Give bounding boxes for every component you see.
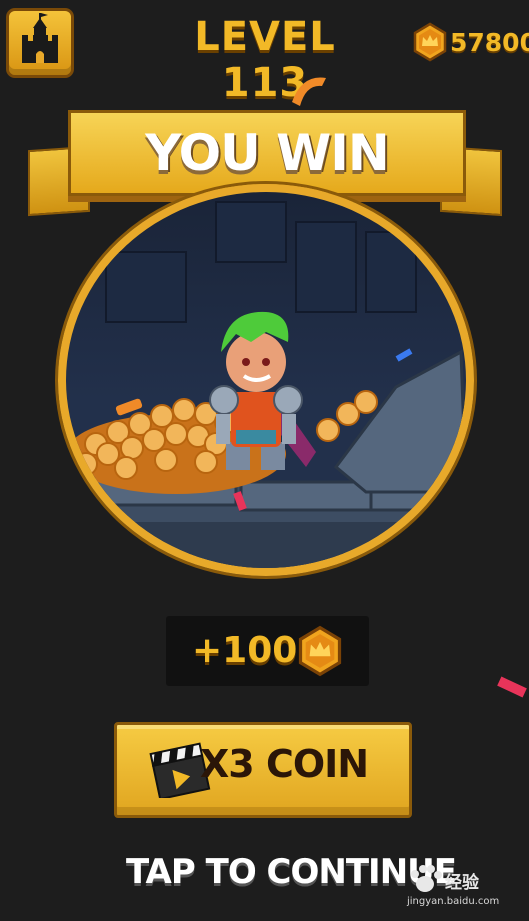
crown-coin-icon — [298, 625, 342, 677]
castle-icon — [22, 13, 58, 63]
confetti-piece — [497, 676, 527, 698]
win-title: YOU WIN — [145, 124, 390, 182]
victory-scene — [58, 184, 474, 576]
home-button[interactable] — [6, 8, 74, 78]
reward-amount: +100 — [192, 630, 298, 671]
coin-balance-value: 57800 — [450, 28, 529, 57]
confetti-piece — [292, 77, 326, 106]
paw-icon — [411, 865, 442, 892]
watermark: 经验 jingyan.baidu.com — [405, 864, 525, 914]
coin-balance: 57800 — [410, 22, 529, 62]
watermark-brand-cn: 经验 — [445, 873, 479, 893]
triple-coin-label: X3 COIN — [200, 742, 369, 786]
level-title: LEVEL 113 — [194, 14, 336, 106]
scene-illustration — [66, 201, 466, 568]
watermark-url: jingyan.baidu.com — [407, 896, 500, 907]
crown-coin-icon — [413, 22, 447, 62]
